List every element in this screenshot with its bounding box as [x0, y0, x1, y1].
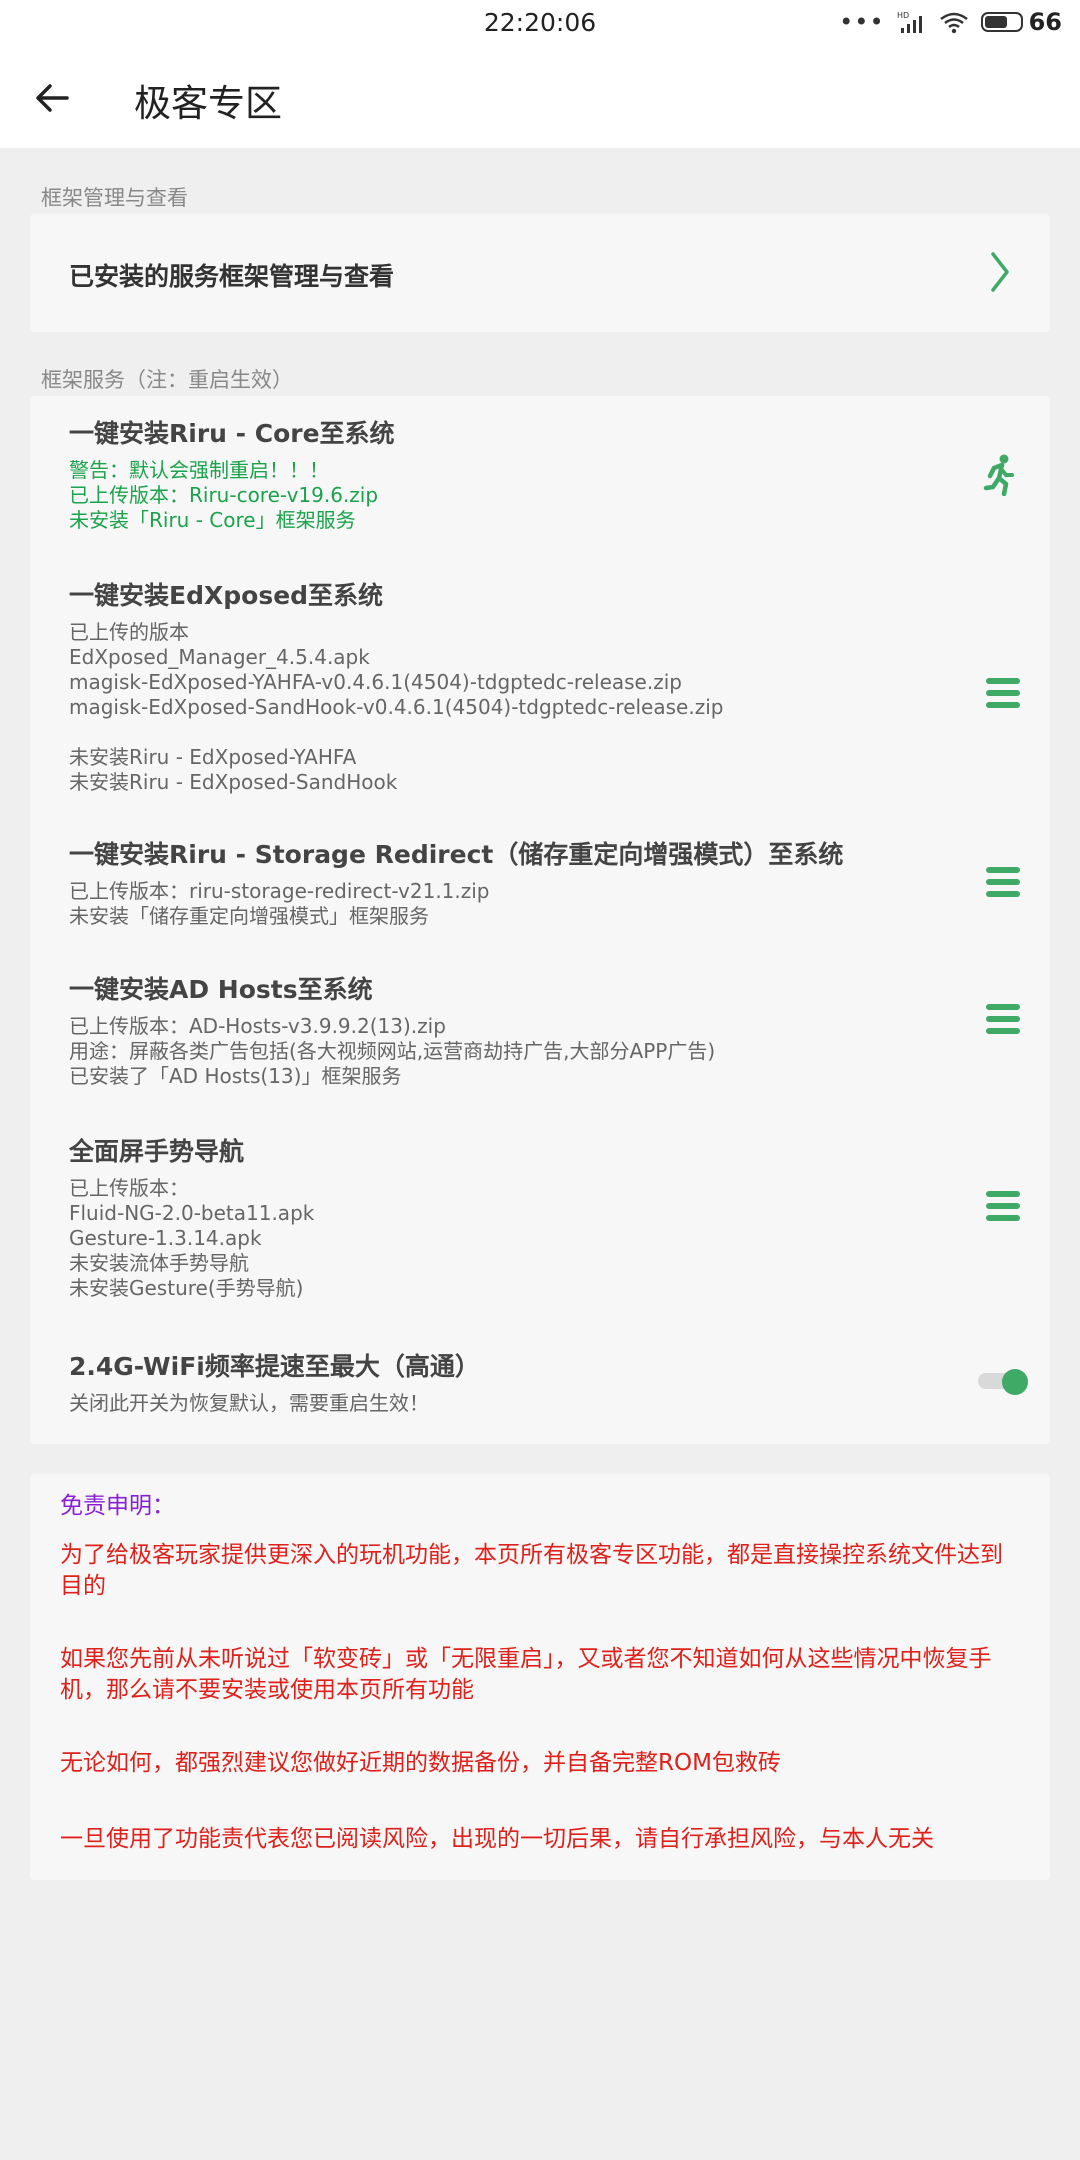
- list-item-gesture-navigation[interactable]: 全面屏手势导航 已上传版本： Fluid-NG-2.0-beta11.apk G…: [69, 1136, 1050, 1301]
- battery-indicator: 66: [980, 8, 1062, 36]
- framework-services-card: 一键安装Riru - Core至系统 警告：默认会强制重启！！！ 已上传版本：R…: [30, 396, 1050, 1444]
- item-title: 一键安装EdXposed至系统: [69, 581, 384, 610]
- wifi-boost-toggle[interactable]: [978, 1366, 1028, 1396]
- page-title: 极客专区: [134, 82, 282, 125]
- section-label-framework-services: 框架服务（注：重启生效）: [41, 368, 293, 392]
- list-item-wifi-boost[interactable]: 2.4G-WiFi频率提速至最大（高通） 关闭此开关为恢复默认，需要重启生效！: [69, 1351, 1050, 1416]
- menu-icon[interactable]: [986, 678, 1020, 708]
- disclaimer-paragraph: 如果您先前从未听说过「软变砖」或「无限重启」，又或者您不知道如何从这些情况中恢复…: [60, 1646, 992, 1703]
- item-desc: 已上传的版本 EdXposed_Manager_4.5.4.apk magisk…: [69, 620, 724, 794]
- disclaimer-paragraph: 为了给极客玩家提供更深入的玩机功能，本页所有极客专区功能，都是直接操控系统文件达…: [60, 1542, 1003, 1599]
- signal-hd-icon: HD: [897, 11, 922, 33]
- section-label-framework-mgmt: 框架管理与查看: [41, 186, 188, 210]
- item-title: 一键安装Riru - Core至系统: [69, 419, 395, 448]
- installed-frameworks-nav-item[interactable]: 已安装的服务框架管理与查看: [30, 214, 1050, 332]
- menu-icon[interactable]: [986, 867, 1020, 897]
- battery-level: 66: [1028, 8, 1062, 36]
- svg-text:HD: HD: [897, 11, 909, 20]
- item-title: 一键安装AD Hosts至系统: [69, 975, 373, 1004]
- wifi-icon: [939, 12, 968, 34]
- chevron-right-icon: [991, 252, 1009, 292]
- item-desc: 警告：默认会强制重启！！！ 已上传版本：Riru-core-v19.6.zip …: [69, 458, 379, 532]
- list-item-ad-hosts[interactable]: 一键安装AD Hosts至系统 已上传版本：AD-Hosts-v3.9.9.2(…: [69, 974, 1050, 1089]
- item-desc: 已上传版本：riru-storage-redirect-v21.1.zip 未安…: [69, 879, 490, 928]
- list-item-edxposed[interactable]: 一键安装EdXposed至系统 已上传的版本 EdXposed_Manager_…: [69, 580, 1050, 795]
- menu-icon[interactable]: [986, 1191, 1020, 1221]
- item-title: 一键安装Riru - Storage Redirect（储存重定向增强模式）至系…: [69, 840, 844, 869]
- battery-icon: [980, 12, 1023, 32]
- item-desc: 关闭此开关为恢复默认，需要重启生效！: [69, 1391, 429, 1415]
- nav-item-label: 已安装的服务框架管理与查看: [69, 262, 395, 291]
- app-bar: 极客专区: [0, 48, 1080, 148]
- disclaimer-title: 免责申明：: [60, 1493, 175, 1519]
- more-dots-icon: •••: [839, 8, 885, 36]
- item-title: 全面屏手势导航: [69, 1137, 245, 1166]
- arrow-left-icon: [36, 84, 69, 112]
- run-icon[interactable]: [982, 454, 1016, 496]
- item-title: 2.4G-WiFi频率提速至最大（高通）: [69, 1352, 480, 1381]
- item-desc: 已上传版本：AD-Hosts-v3.9.9.2(13).zip 用途：屏蔽各类广…: [69, 1014, 716, 1088]
- disclaimer-card: 免责申明： 为了给极客玩家提供更深入的玩机功能，本页所有极客专区功能，都是直接操…: [30, 1474, 1050, 1880]
- back-button[interactable]: [22, 70, 82, 126]
- list-item-storage-redirect[interactable]: 一键安装Riru - Storage Redirect（储存重定向增强模式）至系…: [69, 839, 1050, 929]
- item-desc: 已上传版本： Fluid-NG-2.0-beta11.apk Gesture-1…: [69, 1176, 315, 1300]
- disclaimer-paragraph: 无论如何，都强烈建议您做好近期的数据备份，并自备完整ROM包救砖: [60, 1750, 781, 1776]
- list-item-riru-core[interactable]: 一键安装Riru - Core至系统 警告：默认会强制重启！！！ 已上传版本：R…: [69, 418, 1050, 533]
- status-bar: 22:20:06 ••• HD 66: [0, 0, 1080, 48]
- status-icons: ••• HD 66: [839, 8, 1062, 36]
- menu-icon[interactable]: [986, 1004, 1020, 1034]
- disclaimer-paragraph: 一旦使用了功能责代表您已阅读风险，出现的一切后果，请自行承担风险，与本人无关: [60, 1826, 934, 1852]
